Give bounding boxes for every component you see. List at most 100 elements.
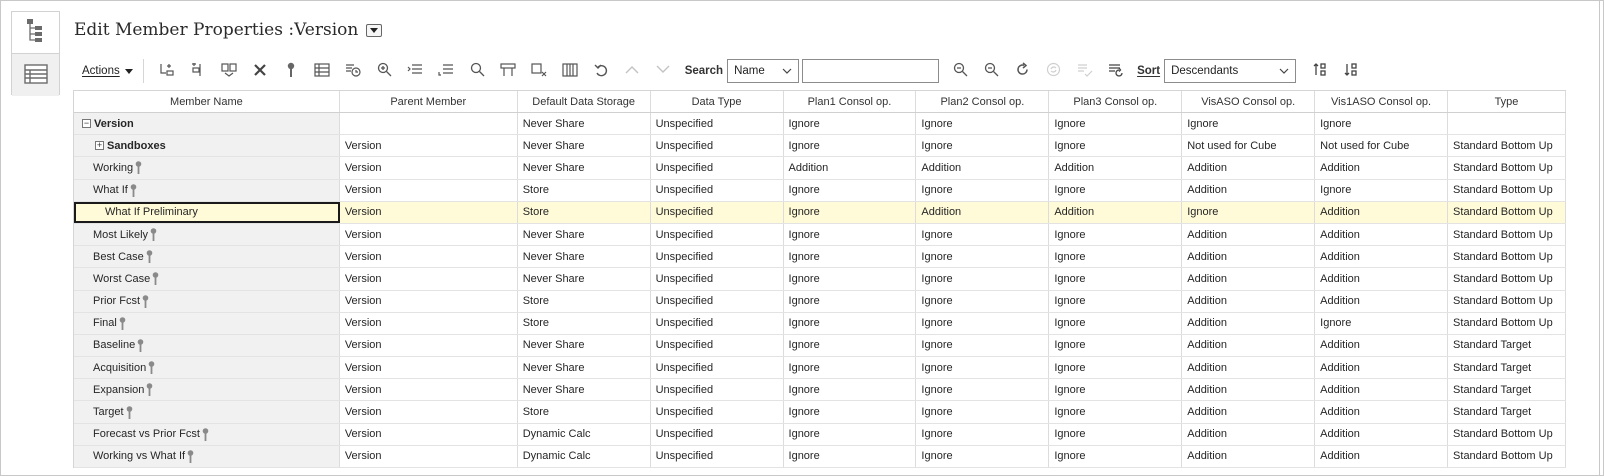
cell-plan2-consol-op[interactable]: Ignore	[916, 179, 1050, 201]
table-row[interactable]: Target Version Store Unspecified Ignore Ignor…	[74, 401, 1566, 424]
cell-type[interactable]: Standard Bottom Up	[1448, 157, 1566, 179]
cell-default-data-storage[interactable]: Dynamic Calc	[518, 423, 651, 445]
cell-default-data-storage[interactable]: Store	[518, 401, 651, 423]
collapse-icon[interactable]: −	[82, 119, 91, 129]
cell-default-data-storage[interactable]: Never Share	[518, 268, 651, 290]
table-row[interactable]: Best Case Version Never Share Unspecified Ig…	[74, 246, 1566, 269]
cell-member-name[interactable]: Baseline	[74, 334, 340, 357]
search-next-button[interactable]	[945, 59, 976, 83]
cell-vis1aso-consol-op[interactable]: Addition	[1315, 357, 1449, 379]
cell-visaso-consol-op[interactable]: Ignore	[1182, 113, 1316, 135]
cell-default-data-storage[interactable]: Never Share	[518, 157, 651, 179]
cell-plan2-consol-op[interactable]: Addition	[916, 201, 1050, 223]
edit-member-button[interactable]	[214, 59, 245, 83]
cell-parent-member[interactable]: Version	[340, 223, 518, 246]
cell-visaso-consol-op[interactable]: Addition	[1182, 268, 1316, 290]
table-row[interactable]: Working Version Never Share Unspecified Addi…	[74, 157, 1566, 180]
cell-plan3-consol-op[interactable]: Ignore	[1049, 113, 1183, 135]
table-row[interactable]: What If Preliminary Version Store Unspecifi…	[74, 201, 1566, 224]
cell-vis1aso-consol-op[interactable]: Addition	[1315, 290, 1449, 312]
actions-menu[interactable]: Actions	[74, 59, 144, 83]
add-sibling-button[interactable]	[183, 59, 214, 83]
columns-button[interactable]	[555, 59, 586, 83]
cell-default-data-storage[interactable]: Store	[518, 312, 651, 334]
cell-type[interactable]: Standard Bottom Up	[1448, 445, 1566, 467]
cell-plan3-consol-op[interactable]: Addition	[1049, 201, 1183, 223]
cell-visaso-consol-op[interactable]: Addition	[1182, 334, 1316, 357]
cell-plan1-consol-op[interactable]: Ignore	[784, 113, 917, 135]
cell-visaso-consol-op[interactable]: Addition	[1182, 423, 1316, 445]
cell-plan2-consol-op[interactable]: Ignore	[916, 135, 1050, 157]
cell-plan2-consol-op[interactable]: Ignore	[916, 312, 1050, 334]
refresh-button[interactable]	[1007, 59, 1038, 83]
cell-plan2-consol-op[interactable]: Ignore	[916, 246, 1050, 268]
cell-member-name[interactable]: Expansion	[74, 379, 340, 401]
cell-plan2-consol-op[interactable]: Ignore	[916, 445, 1050, 467]
cell-parent-member[interactable]: Version	[340, 312, 518, 334]
cell-plan3-consol-op[interactable]: Ignore	[1049, 423, 1183, 445]
cell-type[interactable]: Standard Bottom Up	[1448, 223, 1566, 246]
cell-data-type[interactable]: Unspecified	[651, 179, 784, 201]
cell-default-data-storage[interactable]: Store	[518, 179, 651, 201]
cell-plan2-consol-op[interactable]: Ignore	[916, 223, 1050, 246]
cell-vis1aso-consol-op[interactable]: Addition	[1315, 157, 1449, 179]
cell-plan3-consol-op[interactable]: Ignore	[1049, 334, 1183, 357]
cell-plan1-consol-op[interactable]: Ignore	[784, 445, 917, 467]
table-row[interactable]: Expansion Version Never Share Unspecified Ig…	[74, 379, 1566, 402]
column-header-plan3-consol-op[interactable]: Plan3 Consol op.	[1049, 91, 1183, 112]
cell-plan1-consol-op[interactable]: Ignore	[784, 223, 917, 246]
cell-parent-member[interactable]: Version	[340, 445, 518, 467]
title-menu-button[interactable]	[366, 23, 383, 37]
cell-member-name[interactable]: Final	[74, 312, 340, 334]
cell-plan3-consol-op[interactable]: Ignore	[1049, 445, 1183, 467]
cell-vis1aso-consol-op[interactable]: Addition	[1315, 445, 1449, 467]
cell-parent-member[interactable]: Version	[340, 157, 518, 179]
grid-view-button[interactable]	[12, 54, 59, 96]
table-row[interactable]: Baseline Version Never Share Unspecified Ign…	[74, 334, 1566, 358]
cell-data-type[interactable]: Unspecified	[651, 401, 784, 423]
cell-plan1-consol-op[interactable]: Ignore	[784, 246, 917, 268]
column-header-data-type[interactable]: Data Type	[651, 91, 784, 112]
cell-plan2-consol-op[interactable]: Ignore	[916, 401, 1050, 423]
cell-vis1aso-consol-op[interactable]: Ignore	[1315, 113, 1449, 135]
cell-default-data-storage[interactable]: Store	[518, 201, 651, 223]
cell-visaso-consol-op[interactable]: Addition	[1182, 290, 1316, 312]
cell-type[interactable]: Standard Target	[1448, 334, 1566, 357]
table-row[interactable]: Worst Case Version Never Share Unspecified I…	[74, 268, 1566, 291]
sort-descending-button[interactable]	[1335, 59, 1366, 83]
column-header-parent-member[interactable]: Parent Member	[340, 91, 518, 112]
cell-member-name[interactable]: What If Preliminary	[74, 201, 340, 223]
cell-type[interactable]: Standard Bottom Up	[1448, 268, 1566, 290]
cell-parent-member[interactable]: Version	[340, 201, 518, 223]
cell-default-data-storage[interactable]: Never Share	[518, 246, 651, 268]
find-button[interactable]	[462, 59, 493, 83]
cell-member-name[interactable]: Working	[74, 157, 340, 179]
cell-data-type[interactable]: Unspecified	[651, 423, 784, 445]
cell-visaso-consol-op[interactable]: Addition	[1182, 357, 1316, 379]
cell-parent-member[interactable]: Version	[340, 357, 518, 379]
sort-select[interactable]: Descendants	[1164, 59, 1297, 83]
tree-view-button[interactable]	[12, 12, 59, 54]
cell-member-name[interactable]: Prior Fcst	[74, 290, 340, 312]
cell-visaso-consol-op[interactable]: Addition	[1182, 401, 1316, 423]
cell-parent-member[interactable]: Version	[340, 290, 518, 312]
cell-member-name[interactable]: Working vs What If	[74, 445, 340, 467]
table-row[interactable]: Forecast vs Prior Fcst Version Dynamic Cal…	[74, 423, 1566, 446]
cell-default-data-storage[interactable]: Store	[518, 290, 651, 312]
cell-plan1-consol-op[interactable]: Addition	[784, 157, 917, 179]
cell-plan2-consol-op[interactable]: Ignore	[916, 379, 1050, 401]
cell-data-type[interactable]: Unspecified	[651, 445, 784, 467]
cell-vis1aso-consol-op[interactable]: Addition	[1315, 379, 1449, 401]
column-header-member-name[interactable]: Member Name	[74, 91, 340, 112]
cell-vis1aso-consol-op[interactable]: Ignore	[1315, 179, 1449, 201]
assign-access-button[interactable]	[276, 59, 307, 83]
cell-type[interactable]: Standard Bottom Up	[1448, 423, 1566, 445]
cell-plan1-consol-op[interactable]: Ignore	[784, 290, 917, 312]
cell-vis1aso-consol-op[interactable]: Not used for Cube	[1315, 135, 1449, 157]
cell-default-data-storage[interactable]: Never Share	[518, 223, 651, 246]
table-row[interactable]: Most Likely Version Never Share Unspecified…	[74, 223, 1566, 247]
column-header-vis1aso-consol-op[interactable]: Vis1ASO Consol op.	[1315, 91, 1449, 112]
table-row[interactable]: Acquisition Version Never Share Unspecified…	[74, 357, 1566, 380]
sort-ascending-button[interactable]	[1304, 59, 1335, 83]
cell-vis1aso-consol-op[interactable]: Addition	[1315, 334, 1449, 357]
